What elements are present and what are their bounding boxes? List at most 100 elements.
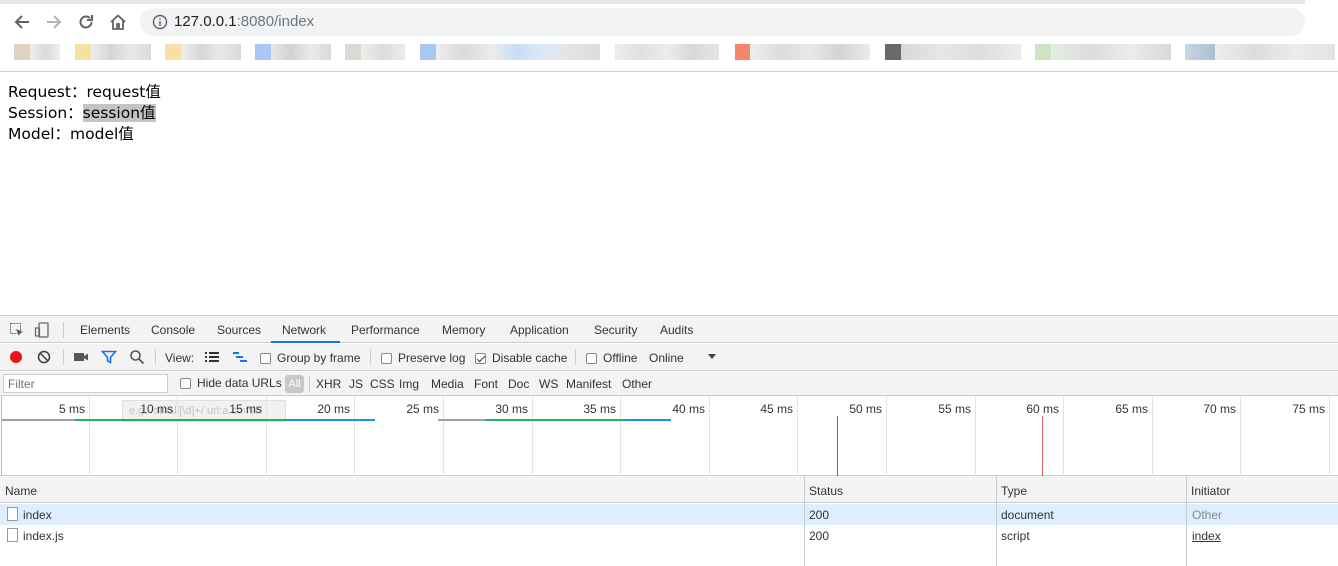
- checkbox-box[interactable]: [586, 352, 597, 364]
- timeline-tick-label: 60 ms: [1026, 402, 1059, 416]
- request-timing-bar: [2, 419, 75, 421]
- bookmark-item[interactable]: [901, 44, 1021, 60]
- bookmark-item[interactable]: [345, 44, 361, 60]
- filter-js[interactable]: JS: [349, 377, 363, 391]
- bookmark-item[interactable]: [1185, 44, 1215, 60]
- bookmark-item[interactable]: [750, 44, 870, 60]
- bookmark-item[interactable]: [181, 44, 241, 60]
- timeline-tick-label: 25 ms: [406, 402, 439, 416]
- bookmark-item[interactable]: [420, 44, 436, 60]
- checkbox-box[interactable]: [260, 352, 271, 364]
- dropdown-arrow-icon[interactable]: [706, 350, 718, 362]
- filter-img[interactable]: Img: [399, 377, 419, 391]
- column-header-type[interactable]: Type: [1001, 484, 1027, 498]
- throttling-select[interactable]: Online: [649, 351, 684, 365]
- tab-performance[interactable]: Performance: [351, 323, 420, 337]
- info-icon[interactable]: [152, 14, 168, 30]
- tab-application[interactable]: Application: [510, 323, 569, 337]
- timeline-tick-label: 5 ms: [58, 402, 85, 416]
- row-initiator-link[interactable]: index: [1192, 529, 1221, 543]
- clear-icon[interactable]: [36, 349, 52, 365]
- tab-console[interactable]: Console: [151, 323, 195, 337]
- tab-elements[interactable]: Elements: [80, 323, 130, 337]
- divider: [575, 349, 576, 365]
- hide-data-urls-checkbox[interactable]: Hide data URLs: [180, 376, 282, 390]
- filter-funnel-icon[interactable]: [101, 349, 117, 365]
- group-by-frame-checkbox[interactable]: Group by frame: [260, 351, 360, 365]
- devtools-tab-bar: Elements Console Sources Network Perform…: [0, 316, 1338, 343]
- checkbox-box[interactable]: [180, 377, 191, 389]
- timeline-start-line: [1, 396, 2, 476]
- model-value: model值: [70, 125, 134, 143]
- inspect-element-icon[interactable]: [9, 322, 25, 338]
- address-bar[interactable]: 127.0.0.1:8080/index: [140, 8, 1305, 36]
- bookmarks-bar: [0, 44, 1338, 62]
- filter-xhr[interactable]: XHR: [316, 377, 341, 391]
- bookmark-item[interactable]: [1215, 44, 1335, 60]
- filter-manifest[interactable]: Manifest: [566, 377, 611, 391]
- timeline-grid-line: [1152, 396, 1153, 476]
- filter-other[interactable]: Other: [622, 377, 652, 391]
- filter-all-button[interactable]: All: [285, 375, 304, 393]
- timeline-overview[interactable]: e.g. /small[\d]+/ url:a.com/b 5 ms 10 ms 1…: [0, 396, 1338, 476]
- offline-checkbox[interactable]: Offline: [586, 351, 637, 365]
- record-icon[interactable]: [8, 349, 24, 365]
- bookmark-item[interactable]: [165, 44, 181, 60]
- device-toolbar-icon[interactable]: [34, 322, 50, 338]
- bookmark-item[interactable]: [1035, 44, 1051, 60]
- column-header-name[interactable]: Name: [5, 484, 37, 498]
- bookmark-item[interactable]: [885, 44, 901, 60]
- row-name[interactable]: index.js: [23, 529, 64, 543]
- bookmark-item[interactable]: [1051, 44, 1171, 60]
- column-header-initiator[interactable]: Initiator: [1191, 484, 1230, 498]
- tab-memory[interactable]: Memory: [442, 323, 485, 337]
- filter-doc[interactable]: Doc: [508, 377, 529, 391]
- preserve-log-checkbox[interactable]: Preserve log: [381, 351, 465, 365]
- forward-button[interactable]: [43, 11, 65, 33]
- tab-audits[interactable]: Audits: [660, 323, 693, 337]
- filter-media[interactable]: Media: [431, 377, 464, 391]
- divider: [370, 349, 371, 365]
- bookmark-item[interactable]: [271, 44, 331, 60]
- bookmark-item[interactable]: [255, 44, 271, 60]
- table-row[interactable]: index 200 document Other: [0, 504, 1338, 525]
- bookmark-item[interactable]: [615, 44, 719, 60]
- waterfall-view-icon[interactable]: [232, 349, 248, 365]
- row-type: document: [1001, 508, 1054, 522]
- table-row[interactable]: index.js 200 script index: [0, 525, 1338, 546]
- session-value: session值: [82, 104, 156, 122]
- request-value: request值: [86, 83, 161, 101]
- tab-sources[interactable]: Sources: [217, 323, 261, 337]
- script-file-icon: [7, 528, 18, 542]
- column-header-status[interactable]: Status: [809, 484, 843, 498]
- checkbox-box-checked[interactable]: [475, 352, 486, 364]
- bookmark-item[interactable]: [436, 44, 600, 60]
- bookmark-item[interactable]: [735, 44, 750, 60]
- bookmark-item[interactable]: [30, 44, 60, 60]
- bookmark-item[interactable]: [361, 44, 405, 60]
- list-view-icon[interactable]: [204, 349, 220, 365]
- disable-cache-checkbox[interactable]: Disable cache: [475, 351, 567, 365]
- tab-security[interactable]: Security: [594, 323, 637, 337]
- tab-network[interactable]: Network: [282, 323, 326, 337]
- bookmark-item[interactable]: [91, 44, 151, 60]
- requests-table: Name Status Type Initiator index 200 doc…: [0, 476, 1338, 566]
- hide-data-urls-label: Hide data URLs: [197, 376, 282, 390]
- request-timing-bar: [75, 419, 287, 421]
- back-button[interactable]: [11, 11, 33, 33]
- filter-css[interactable]: CSS: [370, 377, 395, 391]
- filter-input[interactable]: [3, 374, 168, 393]
- column-divider: [804, 476, 805, 566]
- row-status: 200: [809, 508, 830, 522]
- search-icon[interactable]: [129, 349, 145, 365]
- bookmark-item[interactable]: [14, 44, 30, 60]
- filter-ws[interactable]: WS: [539, 377, 558, 391]
- filter-font[interactable]: Font: [474, 377, 498, 391]
- home-button[interactable]: [107, 11, 129, 33]
- timeline-tick-label: 70 ms: [1203, 402, 1236, 416]
- bookmark-item[interactable]: [75, 44, 91, 60]
- reload-button[interactable]: [75, 11, 97, 33]
- checkbox-box[interactable]: [381, 352, 392, 364]
- screenshot-camera-icon[interactable]: [73, 349, 89, 365]
- row-name[interactable]: index: [23, 508, 52, 522]
